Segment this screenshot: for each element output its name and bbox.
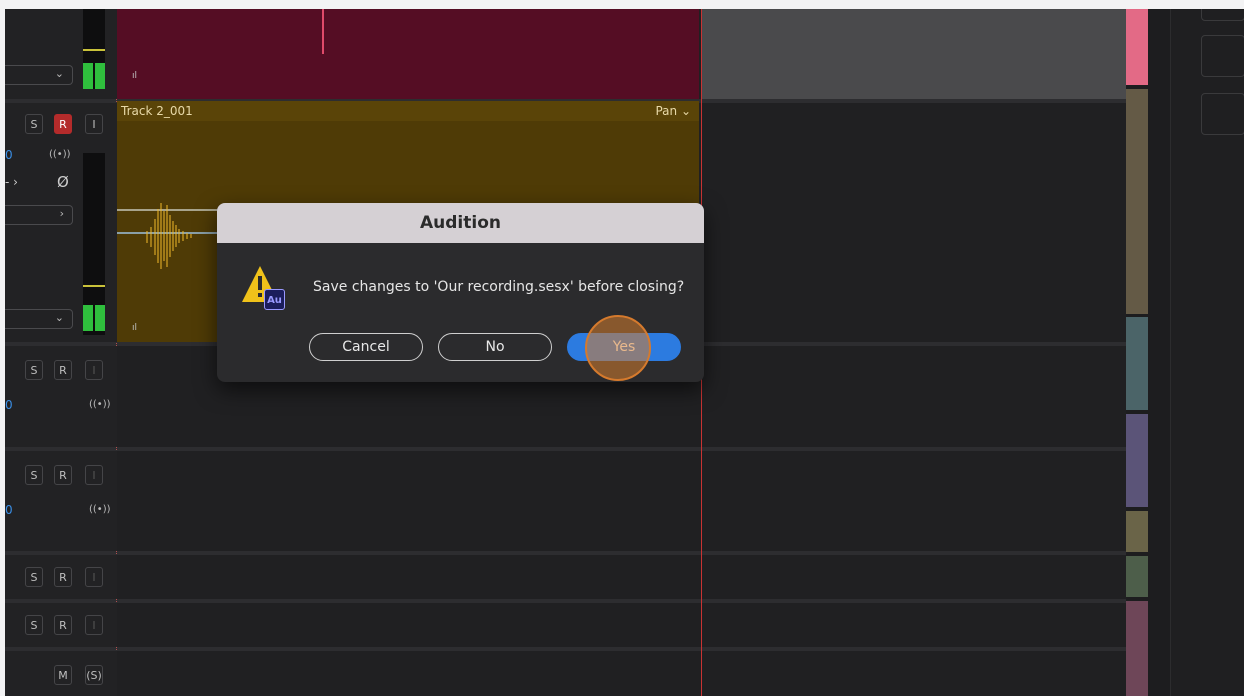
click-highlight bbox=[585, 315, 651, 381]
warning-icon: Au bbox=[240, 264, 286, 310]
audition-app-badge: Au bbox=[264, 289, 285, 310]
cancel-button[interactable]: Cancel bbox=[309, 333, 423, 361]
dialog-title: Audition bbox=[217, 203, 704, 243]
no-button[interactable]: No bbox=[438, 333, 552, 361]
dialog-message: Save changes to 'Our recording.sesx' bef… bbox=[313, 279, 685, 295]
modal-layer: Audition Au Save changes to 'Our recordi… bbox=[0, 0, 1244, 696]
